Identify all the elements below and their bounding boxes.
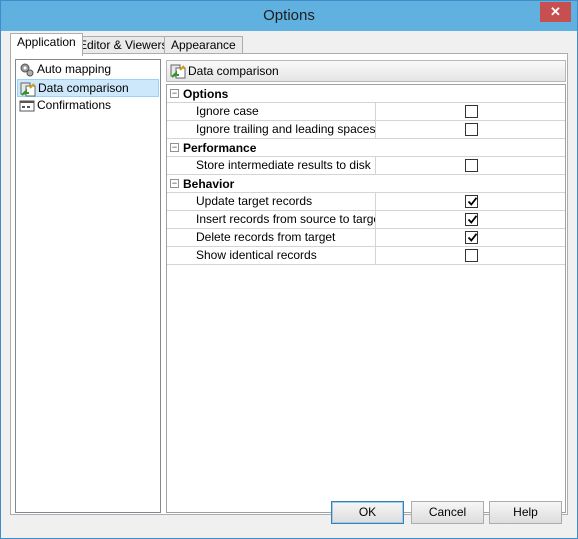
property-row: Show identical records: [167, 247, 565, 265]
tab-editor-viewers-label: Editor & Viewers: [79, 38, 168, 52]
title-bar[interactable]: Options ✕: [1, 1, 577, 31]
property-row: Ignore case: [167, 103, 565, 121]
help-button-label: Help: [513, 505, 538, 519]
nav-item-auto-mapping[interactable]: Auto mapping: [17, 61, 159, 79]
collapse-icon[interactable]: −: [170, 179, 179, 188]
category-behavior[interactable]: − Behavior: [167, 175, 565, 193]
property-name: Update target records: [183, 193, 376, 210]
property-name: Ignore trailing and leading spaces: [183, 121, 376, 138]
category-performance[interactable]: − Performance: [167, 139, 565, 157]
property-value: [377, 247, 565, 264]
tab-panel-application: Auto mapping Data comparison Confirmatio…: [10, 53, 568, 515]
category-label: Options: [183, 87, 229, 101]
property-value: [377, 103, 565, 120]
auto-mapping-icon: [19, 62, 35, 78]
property-name: Insert records from source to target: [183, 211, 376, 228]
nav-item-label: Auto mapping: [37, 62, 112, 76]
update-target-checkbox[interactable]: [465, 195, 478, 208]
property-name: Delete records from target: [183, 229, 376, 246]
category-label: Behavior: [183, 177, 235, 191]
help-button[interactable]: Help: [489, 501, 562, 524]
property-value: [377, 157, 565, 174]
options-window: Options ✕ Application Editor & Viewers A…: [0, 0, 578, 539]
ignore-spaces-checkbox[interactable]: [465, 123, 478, 136]
property-name: Store intermediate results to disk: [183, 157, 376, 174]
nav-item-confirmations[interactable]: Confirmations: [17, 97, 159, 115]
checkmark-icon: [467, 197, 478, 206]
property-row: Update target records: [167, 193, 565, 211]
delete-records-checkbox[interactable]: [465, 231, 478, 244]
window-title: Options: [263, 7, 315, 24]
tab-appearance-label: Appearance: [171, 38, 236, 52]
property-row: Ignore trailing and leading spaces: [167, 121, 565, 139]
collapse-icon[interactable]: −: [170, 89, 179, 98]
close-icon: ✕: [550, 4, 561, 19]
section-title: Data comparison: [188, 64, 279, 78]
nav-item-label: Confirmations: [37, 98, 112, 112]
category-label: Performance: [183, 141, 257, 155]
property-row: Store intermediate results to disk: [167, 157, 565, 175]
section-header: Data comparison: [166, 60, 566, 82]
cancel-button[interactable]: Cancel: [411, 501, 484, 524]
data-comparison-icon: [20, 81, 36, 97]
checkmark-icon: [467, 215, 478, 224]
property-value: [377, 121, 565, 138]
category-options[interactable]: − Options: [167, 85, 565, 103]
nav-item-label: Data comparison: [38, 81, 129, 95]
ignore-case-checkbox[interactable]: [465, 105, 478, 118]
property-row: Insert records from source to target: [167, 211, 565, 229]
store-results-checkbox[interactable]: [465, 159, 478, 172]
close-button[interactable]: ✕: [540, 2, 571, 22]
property-name: Ignore case: [183, 103, 376, 120]
tab-application[interactable]: Application: [10, 33, 83, 56]
ok-button[interactable]: OK: [331, 501, 404, 524]
dialog-client: Application Editor & Viewers Appearance: [8, 31, 570, 532]
cancel-button-label: Cancel: [428, 505, 467, 519]
category-list[interactable]: Auto mapping Data comparison Confirmatio…: [15, 59, 161, 513]
property-value: [377, 193, 565, 210]
confirmations-icon: [19, 98, 35, 114]
property-grid: − Options Ignore case Ignore trailing an…: [166, 84, 566, 513]
nav-item-data-comparison[interactable]: Data comparison: [17, 79, 159, 97]
property-value: [377, 229, 565, 246]
data-comparison-icon: [170, 63, 186, 79]
property-name: Show identical records: [183, 247, 376, 264]
show-identical-checkbox[interactable]: [465, 249, 478, 262]
property-row: Delete records from target: [167, 229, 565, 247]
checkmark-icon: [467, 233, 478, 242]
tab-application-label: Application: [17, 35, 76, 49]
property-value: [377, 211, 565, 228]
insert-records-checkbox[interactable]: [465, 213, 478, 226]
ok-button-label: OK: [358, 505, 377, 519]
collapse-icon[interactable]: −: [170, 143, 179, 152]
